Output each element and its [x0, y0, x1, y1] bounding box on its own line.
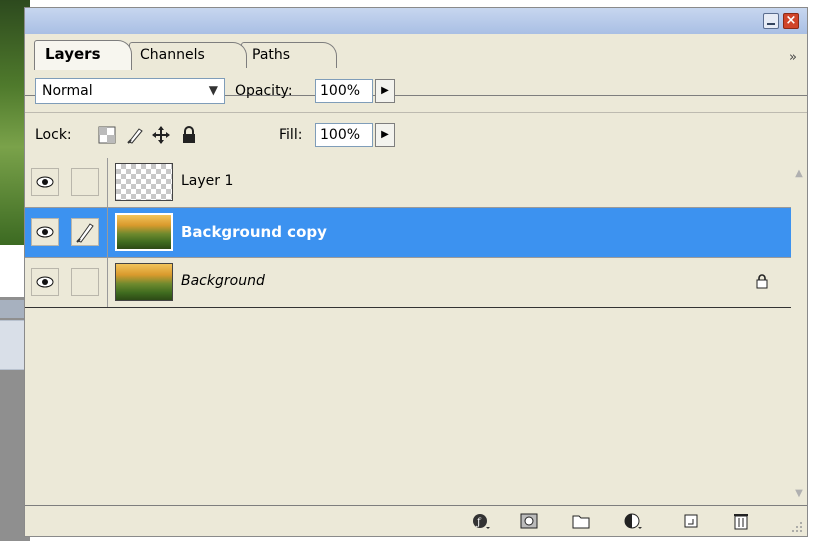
lock-image-pixels-icon[interactable] — [125, 125, 145, 145]
layer-mask-icon[interactable] — [519, 512, 539, 530]
blend-row: Normal ▼ Opacity: 100% ▶ — [25, 70, 807, 113]
opacity-label: Opacity: — [235, 83, 293, 99]
column-divider — [107, 158, 108, 207]
tab-paths[interactable]: Paths — [241, 42, 337, 68]
lock-row: Lock: Fill: 100% ▶ — [25, 112, 807, 159]
layer-style-icon[interactable]: ƒ — [471, 512, 491, 530]
chevron-down-icon: ▼ — [208, 83, 218, 97]
adjustment-layer-icon[interactable] — [623, 512, 643, 530]
opacity-slider-arrow-icon[interactable]: ▶ — [375, 79, 395, 103]
layer-thumbnail — [115, 213, 173, 251]
tab-channels[interactable]: Channels — [129, 42, 247, 68]
visibility-eye-icon[interactable] — [31, 218, 59, 246]
layer-lock-icon — [756, 274, 768, 289]
blend-mode-select[interactable]: Normal ▼ — [35, 78, 225, 104]
trash-icon[interactable] — [731, 512, 751, 530]
layer-row-selected[interactable]: Background copy — [25, 208, 791, 258]
tab-layers[interactable]: Layers — [34, 40, 132, 70]
layer-name[interactable]: Background copy — [181, 223, 327, 241]
panel-menu-icon[interactable]: » — [789, 50, 797, 65]
new-group-icon[interactable] — [571, 512, 591, 530]
layer-thumbnail — [115, 263, 173, 301]
layers-list: Layer 1 Background copy Background — [25, 158, 791, 506]
column-divider — [107, 208, 108, 257]
layer-link-box[interactable] — [71, 168, 99, 196]
layer-name[interactable]: Layer 1 — [181, 173, 233, 189]
layer-name[interactable]: Background — [181, 273, 265, 289]
visibility-eye-icon[interactable] — [31, 168, 59, 196]
layers-scrollbar[interactable]: ▲ ▼ — [791, 158, 807, 506]
fill-label: Fill: — [279, 127, 303, 143]
layer-row[interactable]: Background — [25, 258, 791, 308]
lock-transparency-icon[interactable] — [97, 125, 117, 145]
scroll-up-icon[interactable]: ▲ — [793, 168, 805, 180]
panel-titlebar[interactable]: × — [25, 8, 807, 34]
visibility-eye-icon[interactable] — [31, 268, 59, 296]
minimize-icon[interactable] — [763, 13, 779, 29]
blend-mode-value: Normal — [42, 83, 93, 99]
panel-bottom-bar: ƒ — [25, 505, 807, 536]
fill-input[interactable]: 100% — [315, 123, 373, 147]
layer-link-box[interactable] — [71, 268, 99, 296]
panel-tabs: Paths Channels Layers » — [25, 34, 807, 96]
fill-slider-arrow-icon[interactable]: ▶ — [375, 123, 395, 147]
resize-grip-icon[interactable] — [791, 521, 803, 533]
column-divider — [107, 258, 108, 307]
brush-icon[interactable] — [71, 218, 99, 246]
lock-label: Lock: — [35, 127, 72, 143]
close-icon[interactable]: × — [783, 13, 799, 29]
layer-row[interactable]: Layer 1 — [25, 158, 791, 208]
lock-all-icon[interactable] — [179, 125, 199, 145]
layers-panel: × Paths Channels Layers » Normal ▼ Opaci… — [24, 7, 808, 537]
scroll-down-icon[interactable]: ▼ — [793, 488, 805, 500]
lock-position-icon[interactable] — [151, 125, 171, 145]
new-layer-icon[interactable] — [681, 512, 701, 530]
opacity-input[interactable]: 100% — [315, 79, 373, 103]
layer-thumbnail — [115, 163, 173, 201]
